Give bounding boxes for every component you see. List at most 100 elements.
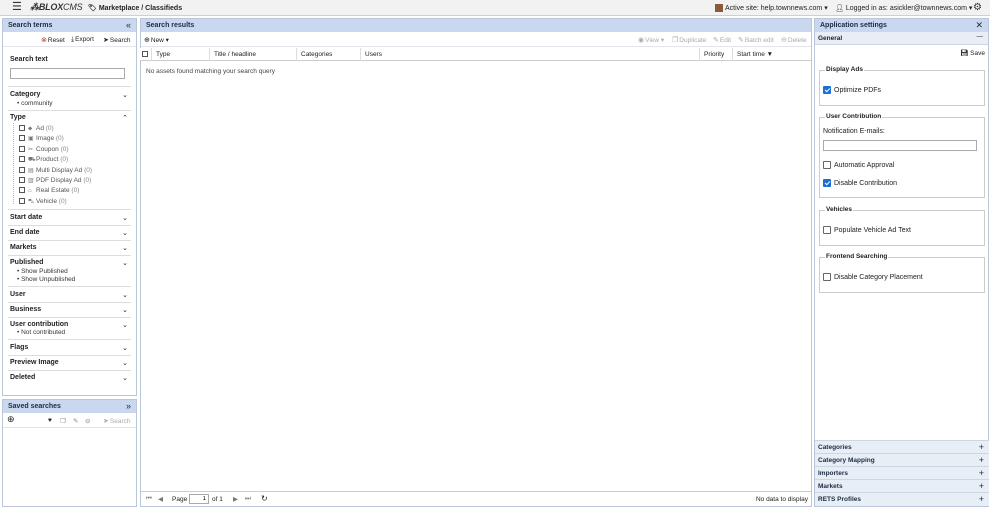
next-page-icon[interactable]: ▶ bbox=[233, 495, 238, 503]
published-filter[interactable]: Published ⌄ bbox=[10, 259, 128, 267]
blox-logo[interactable]: ⁂BLOXCMS bbox=[30, 2, 83, 13]
preview-image-filter[interactable]: Preview Image ⌄ bbox=[10, 359, 128, 367]
end-date-label: End date bbox=[10, 229, 40, 236]
duplicate-label: Duplicate bbox=[679, 37, 707, 44]
markets-accordion[interactable]: Markets + bbox=[815, 479, 989, 492]
type-item-product[interactable]: ⛟Product (0) bbox=[19, 156, 68, 164]
column-categories[interactable]: Categories bbox=[297, 48, 361, 61]
collapse-left-icon[interactable]: « bbox=[126, 20, 131, 30]
pencil-icon[interactable]: ✎ bbox=[73, 417, 78, 425]
flags-filter[interactable]: Flags ⌄ bbox=[10, 344, 128, 352]
column-type[interactable]: Type bbox=[152, 48, 210, 61]
column-title[interactable]: Title / headline bbox=[210, 48, 297, 61]
checkbox[interactable] bbox=[19, 156, 25, 163]
optimize-pdfs-setting[interactable]: Optimize PDFs bbox=[823, 86, 881, 94]
notification-emails-input[interactable] bbox=[823, 140, 977, 151]
end-date-filter[interactable]: End date ⌄ bbox=[10, 229, 128, 237]
automatic-approval-checkbox[interactable] bbox=[823, 161, 831, 169]
gear-icon[interactable]: ⚙ bbox=[973, 2, 982, 13]
search-button[interactable]: ➤Search bbox=[103, 36, 130, 44]
save-button[interactable]: 💾︎ Save bbox=[960, 49, 985, 57]
user-filter[interactable]: User ⌄ bbox=[10, 291, 128, 299]
disable-category-placement-setting[interactable]: Disable Category Placement bbox=[823, 273, 923, 281]
accordion-label: RETS Profiles bbox=[818, 496, 861, 503]
export-button[interactable]: ⤓Export bbox=[71, 36, 94, 44]
type-filter[interactable]: Type ⌃ bbox=[10, 114, 128, 122]
general-section-header[interactable]: General — bbox=[815, 32, 988, 45]
populate-vehicle-setting[interactable]: Populate Vehicle Ad Text bbox=[823, 226, 911, 234]
send-icon: ➤ bbox=[103, 418, 109, 425]
add-icon[interactable]: ⊕ bbox=[7, 414, 15, 425]
select-all-checkbox[interactable] bbox=[142, 51, 148, 58]
type-count: (0) bbox=[71, 187, 80, 194]
start-date-filter[interactable]: Start date ⌄ bbox=[10, 214, 128, 222]
categories-accordion[interactable]: Categories + bbox=[815, 440, 989, 453]
type-item-real-estate[interactable]: ⌂ Real Estate (0) bbox=[19, 187, 79, 194]
disable-contribution-setting[interactable]: Disable Contribution bbox=[823, 179, 897, 187]
type-item-image[interactable]: ▣ Image (0) bbox=[19, 135, 64, 142]
delete-button[interactable]: ⊖Delete bbox=[781, 36, 807, 44]
new-button[interactable]: ⊕New ▾ bbox=[144, 36, 169, 44]
checkbox[interactable] bbox=[19, 187, 25, 194]
rets-profiles-accordion[interactable]: RETS Profiles + bbox=[815, 492, 989, 506]
automatic-approval-setting[interactable]: Automatic Approval bbox=[823, 161, 894, 169]
plus-icon: + bbox=[978, 481, 984, 491]
search-terms-panel: Search terms « ⊗Reset ⤓Export ➤Search Sea… bbox=[2, 18, 137, 396]
send-icon: ➤ bbox=[103, 37, 109, 44]
duplicate-button[interactable]: ❐Duplicate bbox=[672, 36, 706, 44]
saved-search-label: Search bbox=[109, 418, 131, 425]
prev-page-icon[interactable]: ◀ bbox=[158, 495, 163, 503]
close-icon[interactable]: ✕ bbox=[975, 20, 983, 31]
breadcrumb: 🏷︎ Marketplace / Classifieds bbox=[88, 4, 182, 12]
importers-accordion[interactable]: Importers + bbox=[815, 466, 989, 479]
category-filter[interactable]: Category ⌄ bbox=[10, 91, 128, 99]
edit-button[interactable]: ✎Edit bbox=[713, 36, 731, 44]
user-contribution-filter[interactable]: User contribution ⌄ bbox=[10, 321, 128, 329]
minus-circle-icon[interactable]: ⊖ bbox=[85, 417, 90, 425]
copy-icon[interactable]: ❐ bbox=[60, 417, 66, 425]
column-start-time[interactable]: Start time ▼ bbox=[733, 48, 811, 61]
active-site-dropdown[interactable]: Active site: help.townnews.com ▾ bbox=[715, 4, 828, 13]
page-input[interactable] bbox=[189, 494, 209, 504]
disable-category-placement-checkbox[interactable] bbox=[823, 273, 831, 281]
view-button[interactable]: ◉View ▾ bbox=[638, 36, 664, 44]
checkbox[interactable] bbox=[19, 146, 25, 153]
type-item-coupon[interactable]: ✂ Coupon (0) bbox=[19, 146, 69, 153]
batch-edit-button[interactable]: ✎Batch edit bbox=[738, 36, 774, 44]
type-count: (0) bbox=[58, 198, 67, 205]
column-priority-label: Priority bbox=[704, 51, 725, 58]
checkbox[interactable] bbox=[19, 177, 25, 184]
published-value-text: Show Published bbox=[21, 268, 68, 275]
column-priority[interactable]: Priority bbox=[700, 48, 733, 61]
type-item-ad[interactable]: ⬥ Ad (0) bbox=[19, 125, 54, 133]
flags-label: Flags bbox=[10, 344, 29, 351]
search-text-input[interactable] bbox=[10, 68, 125, 79]
first-page-icon[interactable]: ⏮ bbox=[146, 495, 152, 503]
saved-search-button[interactable]: ➤Search bbox=[103, 417, 130, 425]
markets-filter[interactable]: Markets ⌄ bbox=[10, 244, 128, 252]
disable-contribution-checkbox[interactable] bbox=[823, 179, 831, 187]
heart-icon[interactable]: ♥ bbox=[48, 417, 52, 424]
refresh-icon[interactable]: ↻ bbox=[261, 494, 268, 503]
reset-button[interactable]: ⊗Reset bbox=[41, 36, 65, 44]
last-page-icon[interactable]: ⏭ bbox=[245, 495, 251, 503]
category-mapping-accordion[interactable]: Category Mapping + bbox=[815, 453, 989, 466]
hamburger-menu-icon[interactable]: ☰ bbox=[12, 2, 22, 13]
checkbox[interactable] bbox=[19, 198, 25, 205]
checkbox[interactable] bbox=[19, 135, 25, 142]
type-item-vehicle[interactable]: ⛍ Vehicle (0) bbox=[19, 198, 67, 206]
type-item-multi-display-ad[interactable]: ▤ Multi Display Ad (0) bbox=[19, 167, 92, 174]
deleted-filter[interactable]: Deleted ⌄ bbox=[10, 374, 128, 382]
user-dropdown[interactable]: 👤︎ Logged in as: asickler@townnews.com ▾ bbox=[835, 4, 972, 12]
copy-icon: ❐ bbox=[672, 37, 679, 44]
column-users[interactable]: Users bbox=[361, 48, 700, 61]
collapse-icon[interactable]: — bbox=[977, 33, 984, 40]
expand-icon[interactable]: » bbox=[126, 401, 131, 411]
checkbox[interactable] bbox=[19, 125, 25, 132]
optimize-pdfs-checkbox[interactable] bbox=[823, 86, 831, 94]
populate-vehicle-checkbox[interactable] bbox=[823, 226, 831, 234]
select-all-column[interactable] bbox=[140, 48, 152, 61]
business-filter[interactable]: Business ⌄ bbox=[10, 306, 128, 314]
type-item-pdf-display-ad[interactable]: ▥ PDF Display Ad (0) bbox=[19, 177, 91, 184]
checkbox[interactable] bbox=[19, 167, 25, 174]
